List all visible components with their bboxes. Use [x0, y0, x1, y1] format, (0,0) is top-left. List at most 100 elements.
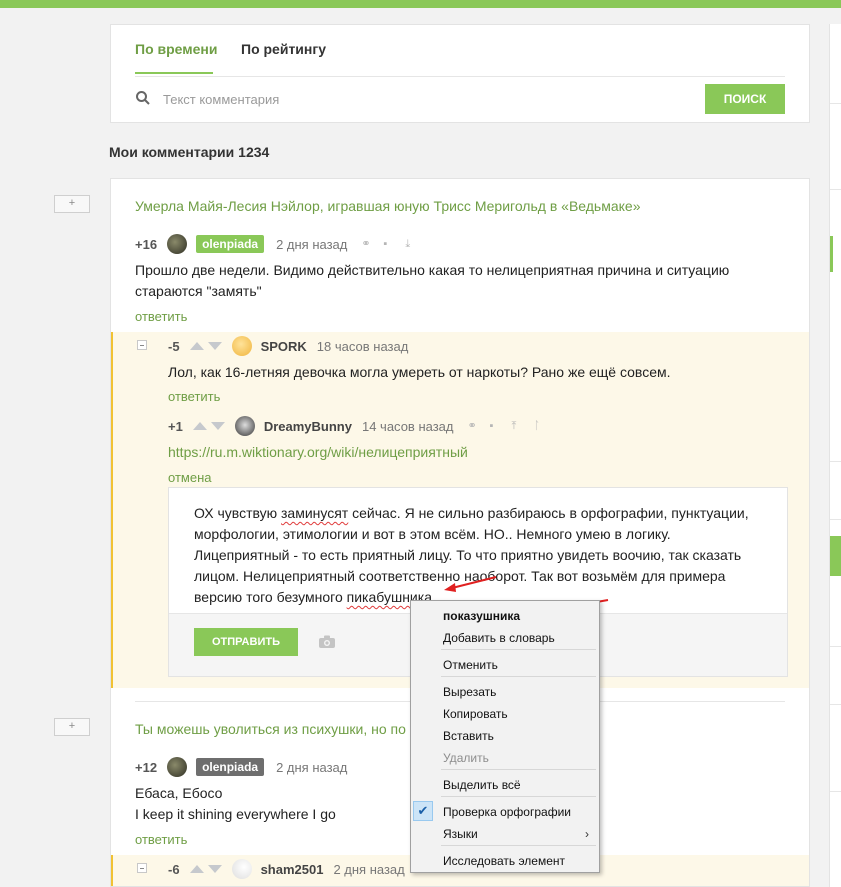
comment-rating: -6 [168, 861, 180, 877]
sidebar-divider [830, 461, 841, 462]
comment-rating: +1 [168, 418, 183, 434]
author-badge[interactable]: olenpiada [196, 758, 265, 776]
comment-text: Ебаса, Ебосо I keep it shining everywher… [135, 783, 336, 825]
menu-item-undo[interactable]: Отменить [443, 658, 498, 672]
top-accent-bar [0, 0, 841, 8]
editor-text-line: Лицеприятный - то есть приятный лицу. То… [194, 547, 742, 563]
link-icon[interactable]: ⚭ [361, 239, 371, 250]
comment-time: 2 дня назад [276, 236, 348, 252]
menu-item-suggestion[interactable]: показушника [443, 609, 520, 623]
comment-text-line: Прошло две недели. Видимо действительно … [135, 262, 730, 278]
right-sidebar [829, 24, 841, 887]
editor-text-fragment: ОХ чувствую [194, 505, 281, 521]
upload-icon[interactable]: ⤒ [511, 421, 521, 432]
active-tab-underline [135, 72, 213, 74]
tab-by-time[interactable]: По времени [135, 41, 217, 57]
tab-by-rating[interactable]: По рейтингу [241, 41, 326, 57]
upvote-icon[interactable] [189, 865, 204, 873]
comment-text-line: Ебаса, Ебосо [135, 785, 223, 801]
downvote-icon[interactable] [210, 422, 225, 430]
menu-separator [441, 676, 596, 677]
avatar[interactable] [231, 859, 252, 879]
misspelled-word[interactable]: заминусят [281, 505, 348, 521]
comment-meta: +12 olenpiada 2 дня назад [135, 757, 361, 777]
panel-divider [135, 76, 785, 77]
editor-text-fragment: версию того безумного [194, 589, 347, 605]
save-icon[interactable]: ▪ [383, 239, 393, 250]
comment-text: Лол, как 16-летняя девочка могла умереть… [168, 364, 671, 380]
comment-meta: +16 olenpiada 2 дня назад ⚭ ▪ ⤓ [135, 234, 427, 254]
reply-link[interactable]: ответить [135, 832, 187, 847]
sidebar-divider [830, 704, 841, 705]
avatar[interactable] [234, 416, 255, 436]
link-icon[interactable]: ⚭ [467, 421, 477, 432]
expand-post-button[interactable]: + [54, 195, 90, 213]
save-icon[interactable]: ▪ [489, 421, 499, 432]
sidebar-divider [830, 646, 841, 647]
comment-meta: +1 DreamyBunny 14 часов назад ⚭ ▪ ⤒ ᛚ [168, 416, 555, 436]
comment-time: 14 часов назад [361, 418, 454, 434]
author-badge[interactable]: olenpiada [196, 235, 265, 253]
avatar[interactable] [231, 336, 252, 356]
send-button[interactable]: ОТПРАВИТЬ [194, 628, 298, 656]
author-name[interactable]: sham2501 [261, 862, 324, 877]
menu-separator [441, 796, 596, 797]
camera-icon[interactable] [319, 635, 335, 648]
comment-text-line: стараются "замять" [135, 283, 262, 299]
download-icon[interactable]: ⤓ [405, 239, 415, 250]
vote-arrows [189, 865, 222, 873]
collapse-thread-button[interactable] [137, 863, 147, 873]
collapse-thread-button[interactable] [137, 340, 147, 350]
reply-textarea[interactable]: ОХ чувствую заминусят сейчас. Я не сильн… [194, 503, 764, 608]
menu-item-spellcheck[interactable]: Проверка орфографии [443, 805, 571, 819]
spellcheck-context-menu: показушника Добавить в словарь Отменить … [410, 600, 600, 873]
downvote-icon[interactable] [207, 865, 222, 873]
menu-item-add-to-dictionary[interactable]: Добавить в словарь [443, 631, 555, 645]
sidebar-divider [830, 791, 841, 792]
menu-item-copy[interactable]: Копировать [443, 707, 508, 721]
search-icon [136, 91, 150, 105]
avatar[interactable] [167, 757, 188, 777]
menu-item-languages[interactable]: Языки [443, 827, 478, 841]
search-button[interactable]: ПОИСК [705, 84, 785, 114]
submenu-arrow-icon: › [585, 827, 589, 841]
comment-time: 18 часов назад [316, 338, 409, 354]
sidebar-green-button[interactable] [830, 536, 841, 576]
comment-meta: -5 SPORK 18 часов назад [168, 336, 422, 356]
more-icon[interactable]: ᛚ [533, 421, 543, 432]
story-title-link[interactable]: Ты можешь уволиться из психушки, но по [135, 721, 406, 737]
menu-item-inspect-element[interactable]: Исследовать элемент [443, 854, 565, 868]
menu-separator [441, 649, 596, 650]
comment-search-input[interactable] [163, 89, 613, 109]
comments-filter-panel: По времени По рейтингу ПОИСК [110, 24, 810, 123]
vote-arrows [189, 342, 222, 350]
reply-link[interactable]: ответить [168, 389, 220, 404]
reply-link[interactable]: ответить [135, 309, 187, 324]
downvote-icon[interactable] [207, 342, 222, 350]
sidebar-divider [830, 189, 841, 190]
comment-meta: -6 sham2501 2 дня назад [168, 859, 419, 879]
author-name[interactable]: DreamyBunny [264, 419, 352, 434]
editor-text-line: морфологии, этимологии и вот в этом всём… [194, 526, 671, 542]
menu-item-paste[interactable]: Вставить [443, 729, 494, 743]
menu-item-cut[interactable]: Вырезать [443, 685, 496, 699]
menu-separator [441, 845, 596, 846]
expand-post-button[interactable]: + [54, 718, 90, 736]
avatar[interactable] [167, 234, 188, 254]
cancel-reply-link[interactable]: отмена [168, 470, 211, 485]
upvote-icon[interactable] [192, 422, 207, 430]
menu-item-select-all[interactable]: Выделить всё [443, 778, 521, 792]
author-name[interactable]: SPORK [261, 339, 307, 354]
upvote-icon[interactable] [189, 342, 204, 350]
comment-rating: -5 [168, 338, 180, 354]
sidebar-divider [830, 103, 841, 104]
sidebar-divider [830, 519, 841, 520]
checkmark-icon: ✔ [413, 801, 433, 821]
comment-link[interactable]: https://ru.m.wiktionary.org/wiki/нелицеп… [168, 442, 468, 463]
story-title-link[interactable]: Умерла Майя-Лесия Нэйлор, игравшая юную … [135, 198, 641, 214]
comment-rating: +12 [135, 759, 158, 775]
editor-text-fragment: сейчас. Я не сильно разбираюсь в орфогра… [348, 505, 749, 521]
comment-time: 2 дня назад [276, 759, 348, 775]
editor-text-line: лицом. Нелицеприятный соответственно нао… [194, 568, 726, 584]
comment-time: 2 дня назад [333, 861, 405, 877]
